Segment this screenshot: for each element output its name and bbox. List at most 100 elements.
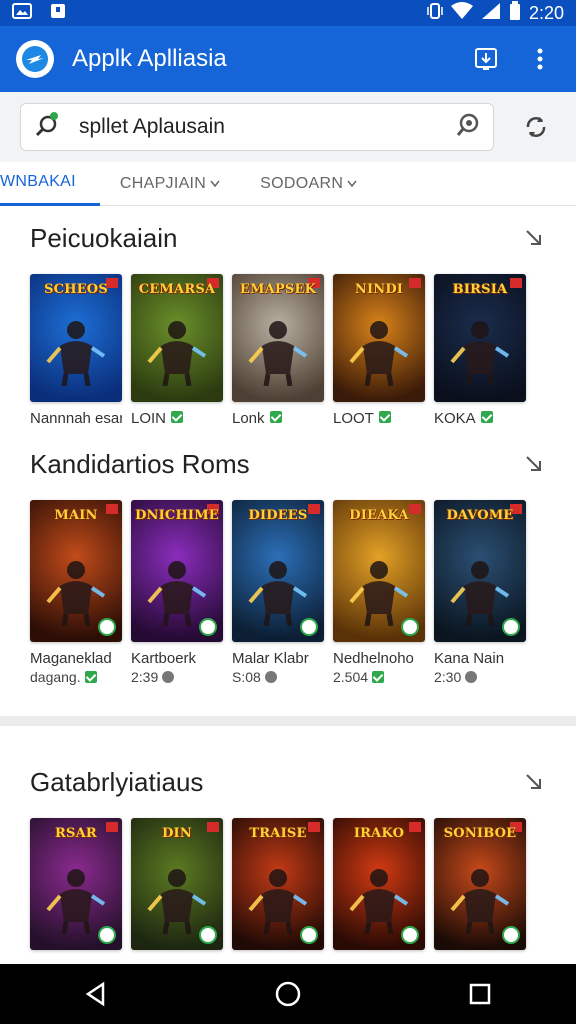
character-figure (349, 321, 409, 386)
app-cover-art: EMAPSEK (232, 274, 324, 402)
character-figure (46, 869, 106, 934)
card-list: RSAR DIN TRAISE IRAKO SONIBOE (0, 818, 576, 950)
app-card[interactable]: DNICHIME Kartboerk 2:39 (131, 500, 223, 685)
app-name: Nannnah esano (30, 410, 122, 427)
app-name: LOIN (131, 410, 223, 427)
app-card[interactable]: DIEAKA Nedhelnoho 2.504 (333, 500, 425, 685)
section-title: Gatabrlyiatiaus (30, 766, 204, 797)
app-card[interactable]: DIDEES Malar Klabr S:08 (232, 500, 324, 685)
system-nav-bar (0, 964, 576, 1024)
card-list: MAIN Maganeklad dagang. DNICHIME Kartboerk 2:… (0, 500, 576, 685)
battery-icon (509, 0, 521, 26)
cover-title: SONIBOE (443, 826, 517, 841)
app-card[interactable]: RSAR (30, 818, 122, 950)
cover-title: DAVOME (446, 508, 514, 523)
character-figure (46, 321, 106, 386)
section-more-arrow-icon[interactable] (522, 452, 546, 476)
chevron-down-icon (347, 175, 357, 193)
tab-wnbakai[interactable]: WNBAKAI (0, 162, 100, 206)
character-figure (248, 321, 308, 386)
cover-title: BIRSIA (452, 282, 508, 297)
app-card[interactable]: BIRSIA KOKA (434, 274, 526, 427)
app-meta: dagang. (30, 669, 122, 685)
check-icon (378, 411, 391, 423)
app-card[interactable]: SONIBOE (434, 818, 526, 950)
app-name-text: LOOT (333, 410, 374, 427)
app-name-text: KOKA (434, 410, 476, 427)
back-icon[interactable] (71, 969, 121, 1019)
section-gatabrlyiatiaus: Gatabrlyiatiaus RSAR DIN TRAISE IRAKO SONIBO… (0, 762, 576, 950)
app-card[interactable]: MAIN Maganeklad dagang. (30, 500, 122, 685)
character-figure (46, 561, 106, 626)
cover-title: NINDI (354, 282, 404, 297)
signal-icon (481, 2, 501, 25)
section-divider (0, 716, 576, 726)
verified-badge-icon (199, 618, 217, 636)
tab-sodoarn[interactable]: SODOARN (240, 162, 377, 206)
verified-badge-icon (98, 926, 116, 944)
section-more-arrow-icon[interactable] (522, 226, 546, 250)
app-card[interactable]: DAVOME Kana Nain 2:30 (434, 500, 526, 685)
character-figure (450, 561, 510, 626)
app-cover-art: IRAKO (333, 818, 425, 950)
app-cover-art: SONIBOE (434, 818, 526, 950)
app-card[interactable]: TRAISE (232, 818, 324, 950)
cover-title: MAIN (54, 508, 98, 523)
app-name-text: Lonk (232, 410, 265, 427)
app-name: Kartboerk (131, 650, 223, 667)
cover-title: SCHEOS (44, 282, 108, 297)
app-bar: Applk Aplliasia (0, 26, 576, 92)
section-more-arrow-icon[interactable] (522, 770, 546, 794)
verified-badge-icon (98, 618, 116, 636)
cover-title: DIEAKA (349, 508, 409, 523)
card-list: SCHEOS Nannnah esano CEMARSA LOIN EMAPSEK Lon… (0, 274, 576, 427)
character-figure (248, 561, 308, 626)
character-figure (147, 561, 207, 626)
search-input[interactable]: spllet Aplausain (20, 103, 495, 151)
app-card[interactable]: EMAPSEK Lonk (232, 274, 324, 427)
recents-icon[interactable] (455, 969, 505, 1019)
cover-title: EMAPSEK (239, 282, 317, 297)
app-meta: 2:30 (434, 669, 526, 685)
app-meta-text: 2:39 (131, 669, 159, 685)
app-card[interactable]: NINDI LOOT (333, 274, 425, 427)
app-logo-icon[interactable] (16, 40, 54, 78)
app-cover-art: BIRSIA (434, 274, 526, 402)
chevron-down-icon (210, 175, 220, 193)
cover-title: TRAISE (249, 826, 307, 841)
tab-label: CHAPJIAIN (119, 174, 207, 192)
home-icon[interactable] (263, 969, 313, 1019)
cover-title: CEMARSA (138, 282, 216, 297)
character-figure (349, 869, 409, 934)
app-card[interactable]: SCHEOS Nannnah esano (30, 274, 122, 427)
sync-icon[interactable] (516, 107, 556, 147)
check-icon (171, 411, 184, 423)
section-peicuokaiain: Peicuokaiain SCHEOS Nannnah esano CEMARSA L… (0, 218, 576, 427)
download-icon[interactable] (466, 39, 506, 79)
info-icon (264, 671, 277, 683)
verified-badge-icon (401, 618, 419, 636)
status-bar: 2:20 (0, 0, 576, 26)
section-kandidartios-roms: Kandidartios Roms MAIN Maganeklad dagang. D… (0, 444, 576, 685)
app-cover-art: NINDI (333, 274, 425, 402)
app-card[interactable]: CEMARSA LOIN (131, 274, 223, 427)
check-icon (84, 671, 97, 683)
search-row: spllet Aplausain (0, 92, 576, 162)
app-name: Nedhelnoho (333, 650, 425, 667)
section-title: Peicuokaiain (30, 222, 178, 253)
more-options-icon[interactable] (520, 39, 560, 79)
app-name: LOOT (333, 410, 425, 427)
check-icon (372, 671, 385, 683)
cover-title: RSAR (55, 826, 97, 841)
app-cover-art: DNICHIME (131, 500, 223, 642)
search-icon[interactable] (455, 112, 481, 143)
app-card[interactable]: DIN (131, 818, 223, 950)
app-card[interactable]: IRAKO (333, 818, 425, 950)
app-search-icon (33, 111, 61, 144)
app-cover-art: DIDEES (232, 500, 324, 642)
check-icon (269, 411, 282, 423)
info-icon (162, 671, 175, 683)
tab-chapjiain[interactable]: CHAPJIAIN (100, 162, 240, 206)
search-value: spllet Aplausain (79, 115, 225, 138)
verified-badge-icon (502, 926, 520, 944)
